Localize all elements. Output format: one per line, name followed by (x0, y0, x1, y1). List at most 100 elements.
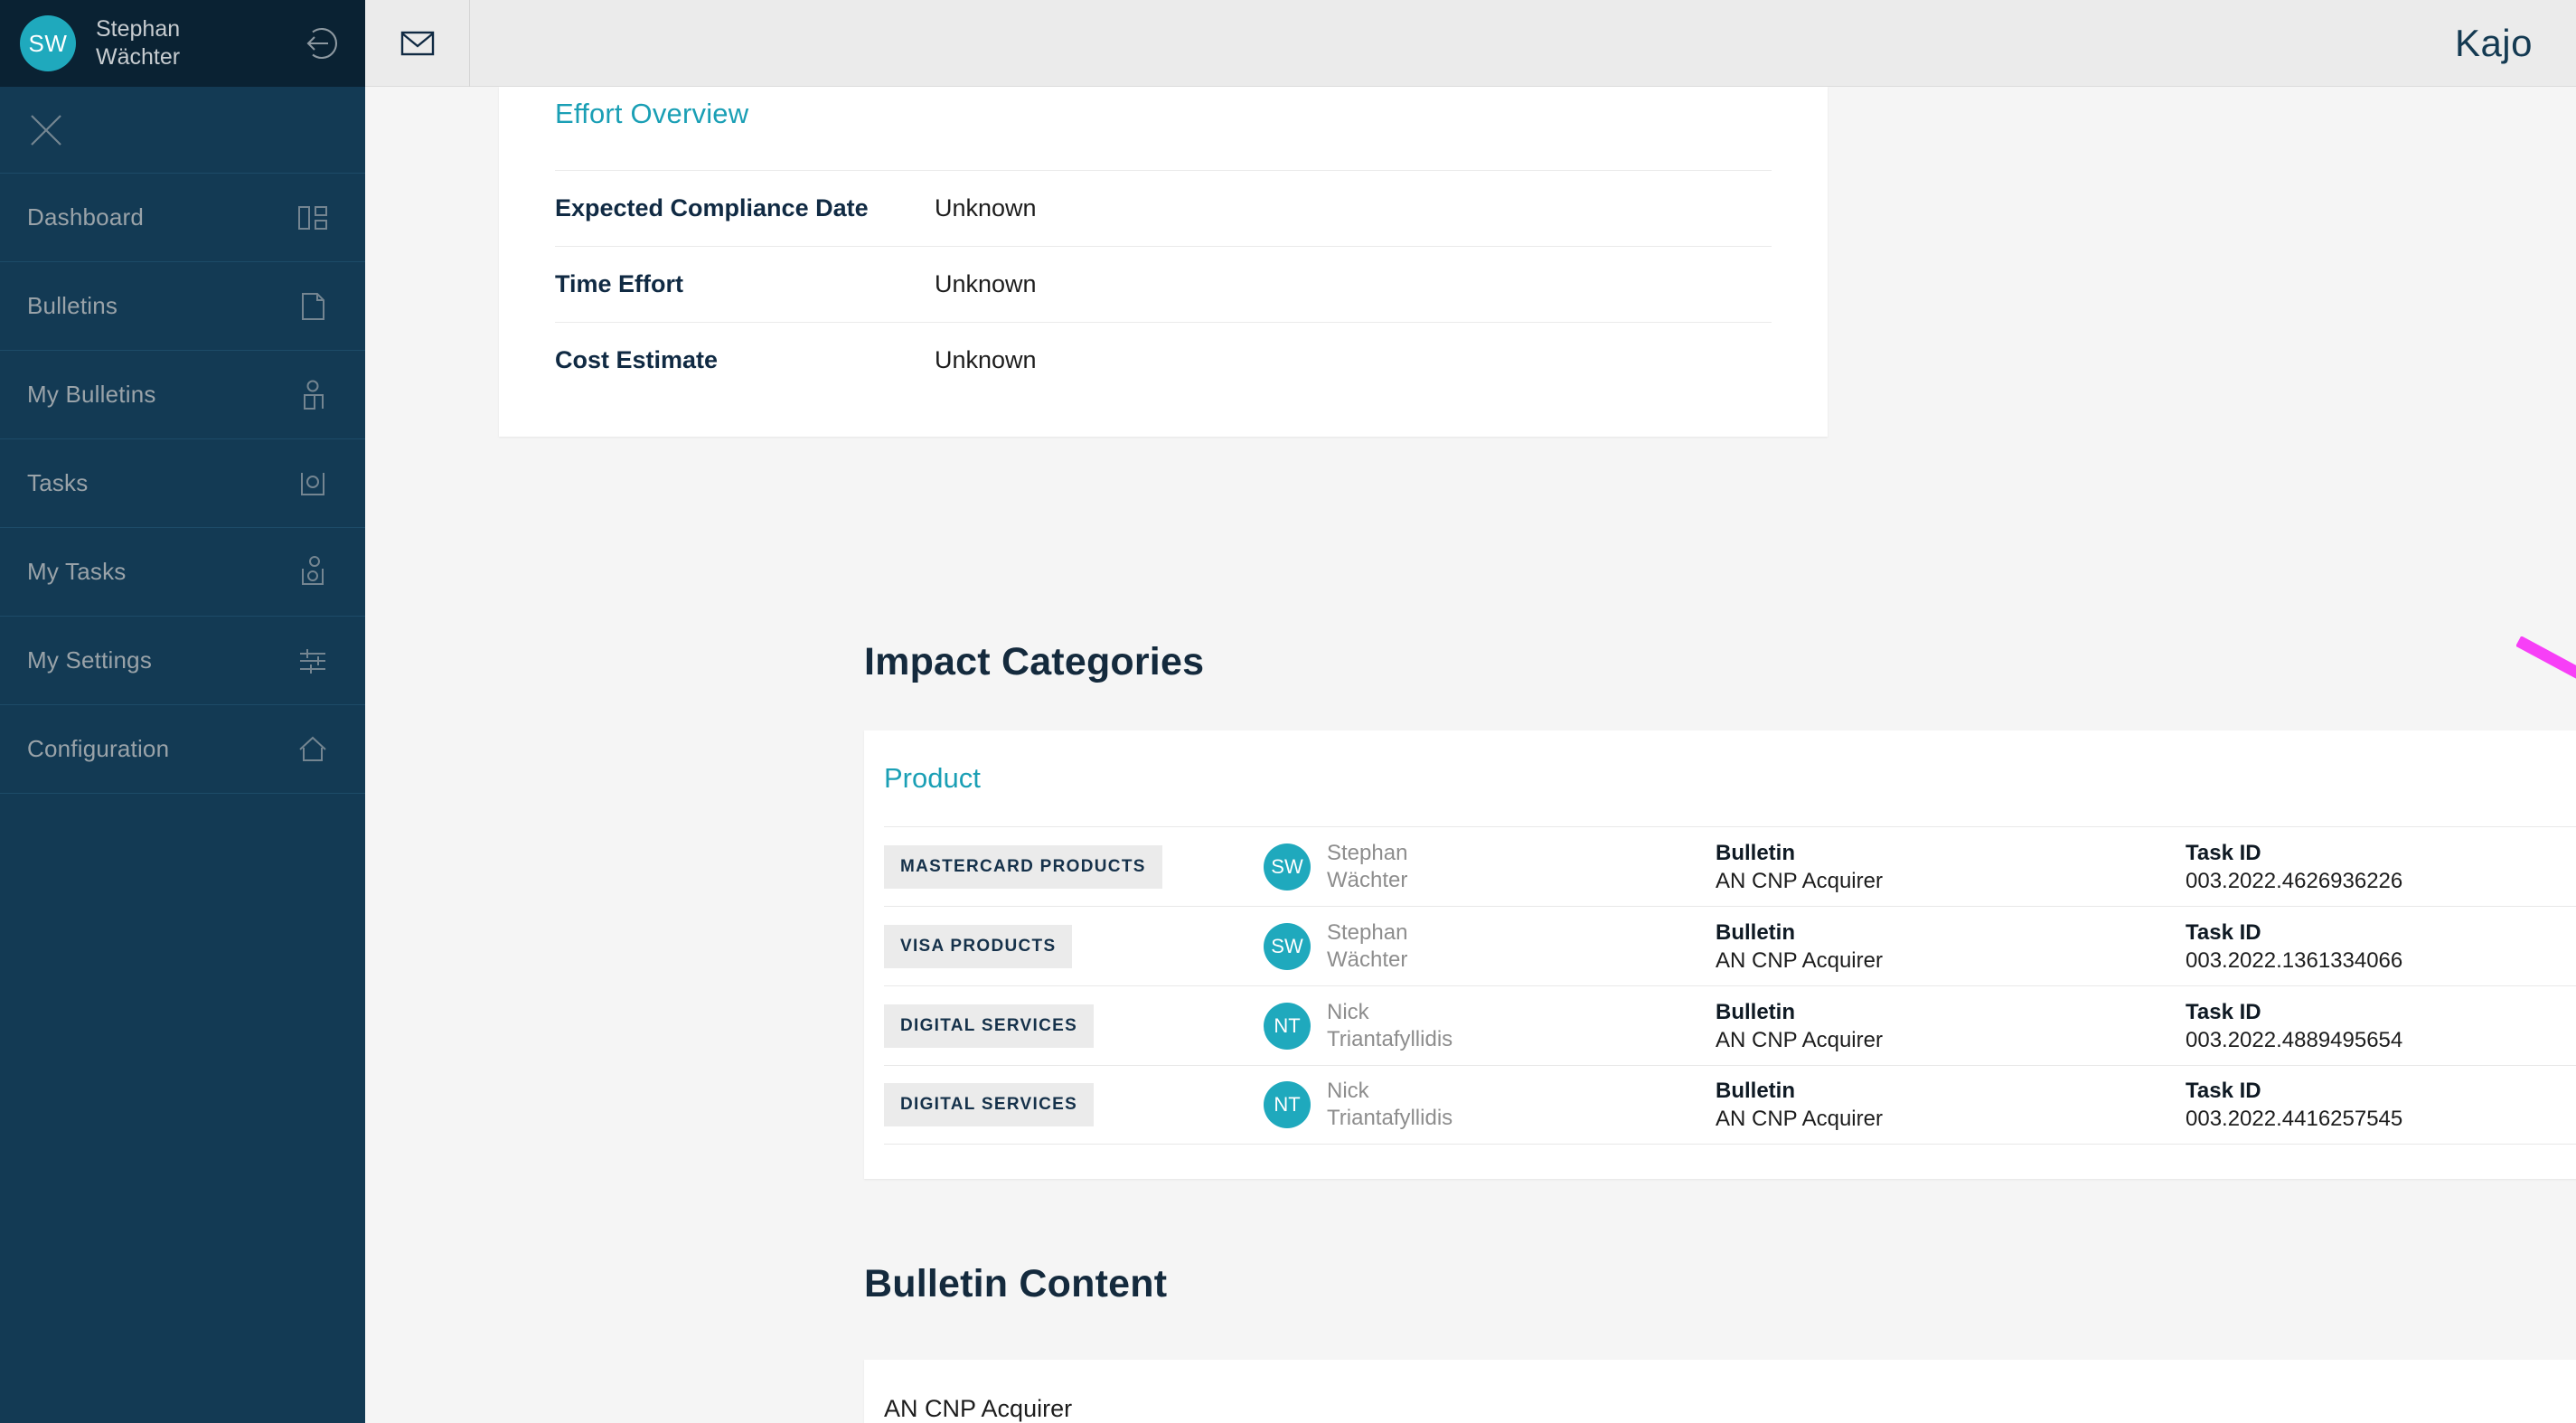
assignee-name-line2: Triantafyllidis (1327, 1026, 1453, 1051)
impact-card-title: Product (884, 762, 981, 794)
status-badge: DIGITAL SERVICES (884, 1004, 1095, 1048)
person-task-icon (295, 554, 331, 590)
assignee-name-line1: Nick (1327, 1079, 1369, 1103)
bulletin-cell: Bulletin AN CNP Acquirer (1716, 998, 2186, 1054)
table-row[interactable]: MASTERCARD PRODUCTS SW Stephan Wächter B… (884, 826, 2576, 906)
table-row[interactable]: DIGITAL SERVICES NT Nick Triantafyllidis… (884, 1065, 2576, 1145)
sidebar-item-label: My Tasks (27, 558, 127, 585)
assignee-name-line1: Nick (1327, 999, 1369, 1024)
document-icon (295, 288, 331, 325)
category-tag-cell: MASTERCARD PRODUCTS (884, 844, 1264, 889)
sidebar-item-my-tasks[interactable]: My Tasks (0, 528, 365, 617)
category-tag-cell: DIGITAL SERVICES (884, 1004, 1264, 1048)
avatar: NT (1264, 1081, 1311, 1128)
top-bar: Kajo (365, 0, 2576, 87)
sidebar-item-label: Dashboard (27, 203, 144, 231)
effort-overview-title: Effort Overview (555, 98, 749, 129)
person-document-icon (295, 377, 331, 413)
task-icon (295, 466, 331, 502)
bulletin-field-value: AN CNP Acquirer (1716, 1027, 1883, 1052)
sidebar-user-name: Stephan Wächter (96, 15, 300, 71)
status-badge: VISA PRODUCTS (884, 924, 1073, 968)
sidebar-item-label: My Settings (27, 646, 153, 674)
avatar: SW (20, 15, 76, 71)
sidebar-item-label: Tasks (27, 469, 89, 496)
impact-categories-heading: Impact Categories (864, 640, 1205, 683)
home-icon (295, 731, 331, 768)
dashboard-icon (295, 200, 331, 236)
effort-row-label: Time Effort (555, 270, 684, 297)
task-id-field-label: Task ID (2186, 999, 2261, 1024)
assignee-name-line1: Stephan (1327, 840, 1408, 865)
avatar: SW (1264, 922, 1311, 970)
assignee-name: Stephan Wächter (1327, 919, 1407, 974)
avatar: SW (1264, 843, 1311, 891)
table-row[interactable]: VISA PRODUCTS SW Stephan Wächter Bulleti… (884, 906, 2576, 985)
sidebar: SW Stephan Wächter Dashboard Bulletins M… (0, 0, 365, 1423)
logout-icon[interactable] (300, 23, 342, 64)
effort-row: Cost Estimate Unknown (555, 322, 1772, 398)
sidebar-item-configuration[interactable]: Configuration (0, 705, 365, 794)
category-tag-cell: DIGITAL SERVICES (884, 1083, 1264, 1126)
task-id-field-label: Task ID (2186, 919, 2261, 945)
bulletin-cell: Bulletin AN CNP Acquirer (1716, 919, 2186, 975)
sidebar-item-label: Bulletins (27, 292, 118, 319)
category-tag-cell: VISA PRODUCTS (884, 924, 1264, 968)
brand-logo: Kajo (2454, 21, 2533, 64)
effort-row-label: Expected Compliance Date (555, 194, 869, 221)
table-row[interactable]: DIGITAL SERVICES NT Nick Triantafyllidis… (884, 985, 2576, 1065)
task-id-cell: Task ID 003.2022.4416257545 (2186, 1077, 2576, 1133)
task-id-field-value: 003.2022.4416257545 (2186, 1107, 2403, 1131)
user-name-line2: Wächter (96, 44, 181, 70)
effort-row-value: Unknown (935, 270, 1037, 297)
effort-row-label: Cost Estimate (555, 346, 719, 373)
task-id-field-label: Task ID (2186, 1079, 2261, 1103)
sidebar-close-button[interactable] (0, 87, 365, 174)
sidebar-item-bulletins[interactable]: Bulletins (0, 262, 365, 351)
bulletin-content-text: AN CNP Acquirer (884, 1394, 1073, 1422)
bulletin-content-heading: Bulletin Content (864, 1262, 1168, 1305)
bulletin-field-label: Bulletin (1716, 840, 1795, 865)
sidebar-item-dashboard[interactable]: Dashboard (0, 174, 365, 262)
sliders-icon (295, 643, 331, 679)
sidebar-item-label: Configuration (27, 735, 170, 762)
bulletin-field-value: AN CNP Acquirer (1716, 947, 1883, 973)
sidebar-item-label: My Bulletins (27, 381, 156, 408)
assignee-name-line2: Triantafyllidis (1327, 1106, 1453, 1130)
effort-overview-card: Effort Overview Expected Compliance Date… (499, 87, 1828, 437)
status-badge: DIGITAL SERVICES (884, 1083, 1095, 1126)
app-root: SW Stephan Wächter Dashboard Bulletins M… (0, 0, 2576, 1423)
status-badge: MASTERCARD PRODUCTS (884, 844, 1162, 889)
effort-card-footer (555, 398, 1772, 441)
assignee-cell: SW Stephan Wächter (1264, 919, 1716, 974)
assignee-name-line2: Wächter (1327, 867, 1408, 892)
mail-button[interactable] (365, 0, 470, 87)
sidebar-item-my-settings[interactable]: My Settings (0, 617, 365, 705)
page-content: Effort Overview Expected Compliance Date… (365, 87, 2576, 1423)
assignee-name: Stephan Wächter (1327, 840, 1407, 894)
bulletin-field-value: AN CNP Acquirer (1716, 868, 1883, 893)
bulletin-content-card: AN CNP Acquirer (864, 1360, 2576, 1423)
sidebar-item-my-bulletins[interactable]: My Bulletins (0, 351, 365, 439)
bulletin-cell: Bulletin AN CNP Acquirer (1716, 1077, 2186, 1133)
bulletin-cell: Bulletin AN CNP Acquirer (1716, 839, 2186, 895)
effort-row-value: Unknown (935, 194, 1037, 221)
task-id-cell: Task ID 003.2022.1361334066 (2186, 919, 2576, 975)
impact-categories-card: Product MASTERCARD PRODUCTS SW Stephan W… (864, 730, 2576, 1179)
task-id-field-label: Task ID (2186, 840, 2261, 865)
user-name-line1: Stephan (96, 16, 181, 42)
close-icon (27, 111, 65, 149)
effort-row: Time Effort Unknown (555, 246, 1772, 322)
sidebar-item-tasks[interactable]: Tasks (0, 439, 365, 528)
task-id-field-value: 003.2022.1361334066 (2186, 947, 2403, 973)
avatar: NT (1264, 1002, 1311, 1050)
main-area: Kajo Effort Overview Expected Compliance… (365, 0, 2576, 1423)
mail-icon (400, 30, 435, 57)
task-id-field-value: 003.2022.4889495654 (2186, 1027, 2403, 1052)
assignee-name: Nick Triantafyllidis (1327, 999, 1453, 1053)
sidebar-user-header: SW Stephan Wächter (0, 0, 365, 87)
bulletin-field-value: AN CNP Acquirer (1716, 1107, 1883, 1131)
bulletin-field-label: Bulletin (1716, 919, 1795, 945)
task-id-cell: Task ID 003.2022.4626936226 (2186, 839, 2576, 895)
assignee-name-line1: Stephan (1327, 919, 1408, 945)
